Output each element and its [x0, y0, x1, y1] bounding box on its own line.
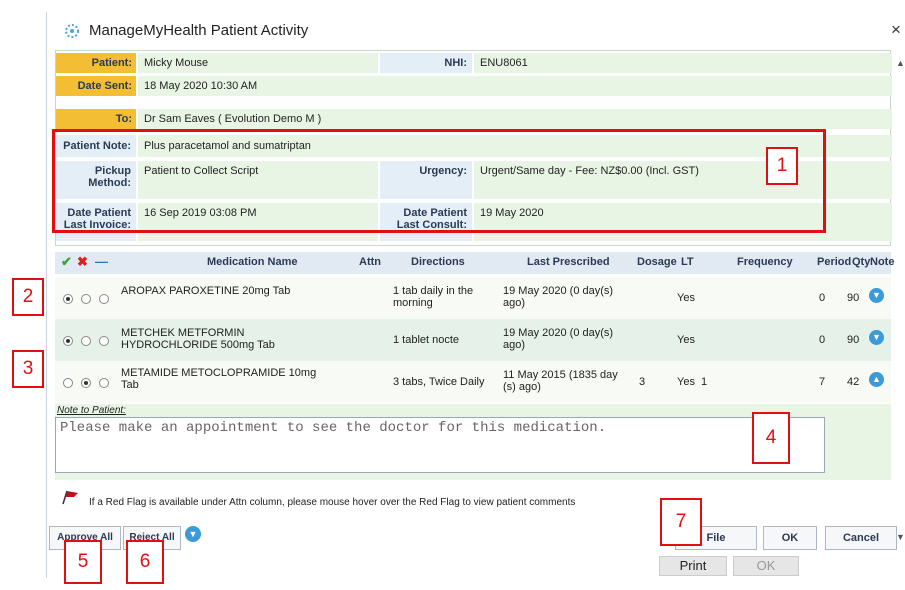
- approve-column-icon[interactable]: ✔: [61, 254, 72, 270]
- reject-radio[interactable]: [81, 336, 91, 346]
- lt-value: Yes: [677, 376, 695, 388]
- ok-disabled-button: OK: [733, 556, 799, 576]
- to-label: To:: [56, 109, 136, 129]
- neutral-radio[interactable]: [99, 336, 109, 346]
- cancel-button[interactable]: Cancel: [825, 526, 897, 550]
- col-attn: Attn: [359, 256, 381, 268]
- note-to-patient-label: Note to Patient:: [57, 405, 126, 416]
- period: 7: [819, 376, 826, 388]
- nhi-label: NHI:: [380, 53, 472, 73]
- directions: 1 tab daily in the morning: [393, 285, 473, 309]
- callout-number: 4: [752, 412, 790, 464]
- col-note: Note: [870, 256, 895, 268]
- period: 0: [819, 334, 826, 346]
- callout-number: 1: [766, 147, 798, 185]
- col-last-prescribed: Last Prescribed: [527, 256, 610, 268]
- col-medication-name: Medication Name: [207, 256, 298, 268]
- neutral-column-icon[interactable]: —: [95, 254, 108, 269]
- reject-radio[interactable]: [81, 294, 91, 304]
- approve-radio[interactable]: [63, 336, 73, 346]
- medication-row[interactable]: METAMIDE METOCLOPRAMIDE 10mg Tab 3 tabs,…: [55, 361, 891, 403]
- frequency: 1: [701, 376, 708, 388]
- patient-name: Micky Mouse: [138, 53, 378, 73]
- last-prescribed: 11 May 2015 (1835 day (s) ago): [503, 369, 618, 393]
- medication-name-line1: METCHEK METFORMIN: [121, 327, 245, 339]
- directions: 3 tabs, Twice Daily: [393, 376, 485, 388]
- medication-name-line1: AROPAX PAROXETINE 20mg Tab: [121, 285, 291, 297]
- note-expand-icon[interactable]: ▼: [869, 330, 884, 345]
- print-button[interactable]: Print: [659, 556, 727, 576]
- date-sent-value: 18 May 2020 10:30 AM: [138, 76, 892, 96]
- dosage: 3: [639, 376, 646, 388]
- neutral-radio[interactable]: [99, 294, 109, 304]
- note-to-patient-textarea[interactable]: Please make an appointment to see the do…: [55, 417, 825, 473]
- callout-number: 6: [126, 540, 164, 584]
- last-prescribed-line1: 19 May 2020 (0 day(s): [503, 285, 614, 297]
- scroll-down-icon[interactable]: ▼: [896, 532, 905, 542]
- patient-label: Patient:: [56, 53, 136, 73]
- directions: 1 tablet nocte: [393, 334, 460, 346]
- date-sent-label: Date Sent:: [56, 76, 136, 96]
- medication-name: METCHEK METFORMIN HYDROCHLORIDE 500mg Ta…: [121, 327, 275, 351]
- medication-name-line2: HYDROCHLORIDE 500mg Tab: [121, 339, 275, 351]
- period: 0: [819, 292, 826, 304]
- scroll-up-icon[interactable]: ▲: [896, 58, 905, 68]
- col-period: Period: [817, 256, 852, 268]
- col-frequency: Frequency: [737, 256, 793, 268]
- qty: 90: [847, 334, 860, 346]
- reject-radio[interactable]: [81, 378, 91, 388]
- note-expand-icon[interactable]: ▼: [869, 288, 884, 303]
- note-collapse-icon[interactable]: ▲: [869, 372, 884, 387]
- close-icon[interactable]: ×: [891, 20, 901, 40]
- last-prescribed-line2: ago): [503, 339, 526, 351]
- qty: 90: [847, 292, 860, 304]
- callout-number: 7: [660, 498, 702, 546]
- last-prescribed: 19 May 2020 (0 day(s) ago): [503, 327, 613, 351]
- col-dosage: Dosage: [637, 256, 677, 268]
- last-prescribed-line1: 19 May 2020 (0 day(s): [503, 327, 614, 339]
- medication-grid-header: ✔ ✖ — Medication Name Attn Directions La…: [55, 252, 895, 274]
- approve-radio[interactable]: [63, 378, 73, 388]
- callout-highlight-box: [52, 129, 826, 233]
- neutral-radio[interactable]: [99, 378, 109, 388]
- title-bar: ManageMyHealth Patient Activity ×: [47, 12, 905, 50]
- medication-row[interactable]: METCHEK METFORMIN HYDROCHLORIDE 500mg Ta…: [55, 319, 891, 361]
- directions-line2: morning: [393, 297, 433, 309]
- callout-number: 5: [64, 540, 102, 584]
- medication-name: AROPAX PAROXETINE 20mg Tab: [121, 285, 290, 297]
- col-directions: Directions: [411, 256, 465, 268]
- callout-number: 3: [12, 350, 44, 388]
- last-prescribed-line1: 11 May 2015 (1835 day: [503, 369, 618, 381]
- patient-activity-dialog: ManageMyHealth Patient Activity × Patien…: [46, 12, 905, 578]
- medication-name: METAMIDE METOCLOPRAMIDE 10mg Tab: [121, 367, 316, 391]
- approve-radio[interactable]: [63, 294, 73, 304]
- medication-name-line1: METAMIDE METOCLOPRAMIDE 10mg: [121, 367, 317, 379]
- to-value: Dr Sam Eaves ( Evolution Demo M ): [138, 109, 892, 129]
- dropdown-chevron-icon[interactable]: ▼: [185, 526, 201, 542]
- app-logo-icon: [65, 24, 79, 38]
- red-flag-hint: If a Red Flag is available under Attn co…: [89, 497, 576, 508]
- medication-row[interactable]: AROPAX PAROXETINE 20mg Tab 1 tab daily i…: [55, 277, 891, 319]
- nhi-value: ENU8061: [474, 53, 892, 73]
- lt-value: Yes: [677, 292, 695, 304]
- col-qty: Qty: [852, 256, 871, 268]
- reject-column-icon[interactable]: ✖: [77, 254, 88, 270]
- directions-line1: 1 tab daily in the: [393, 285, 474, 297]
- callout-number: 2: [12, 278, 44, 316]
- window-title: ManageMyHealth Patient Activity: [89, 22, 309, 39]
- ok-button[interactable]: OK: [763, 526, 817, 550]
- last-prescribed-line2: ago): [503, 297, 526, 309]
- col-lt: LT: [681, 256, 694, 268]
- last-prescribed-line2: (s) ago): [503, 381, 541, 393]
- last-prescribed: 19 May 2020 (0 day(s) ago): [503, 285, 613, 309]
- red-flag-icon: [62, 490, 78, 505]
- medication-name-line2: Tab: [121, 379, 139, 391]
- lt-value: Yes: [677, 334, 695, 346]
- qty: 42: [847, 376, 860, 388]
